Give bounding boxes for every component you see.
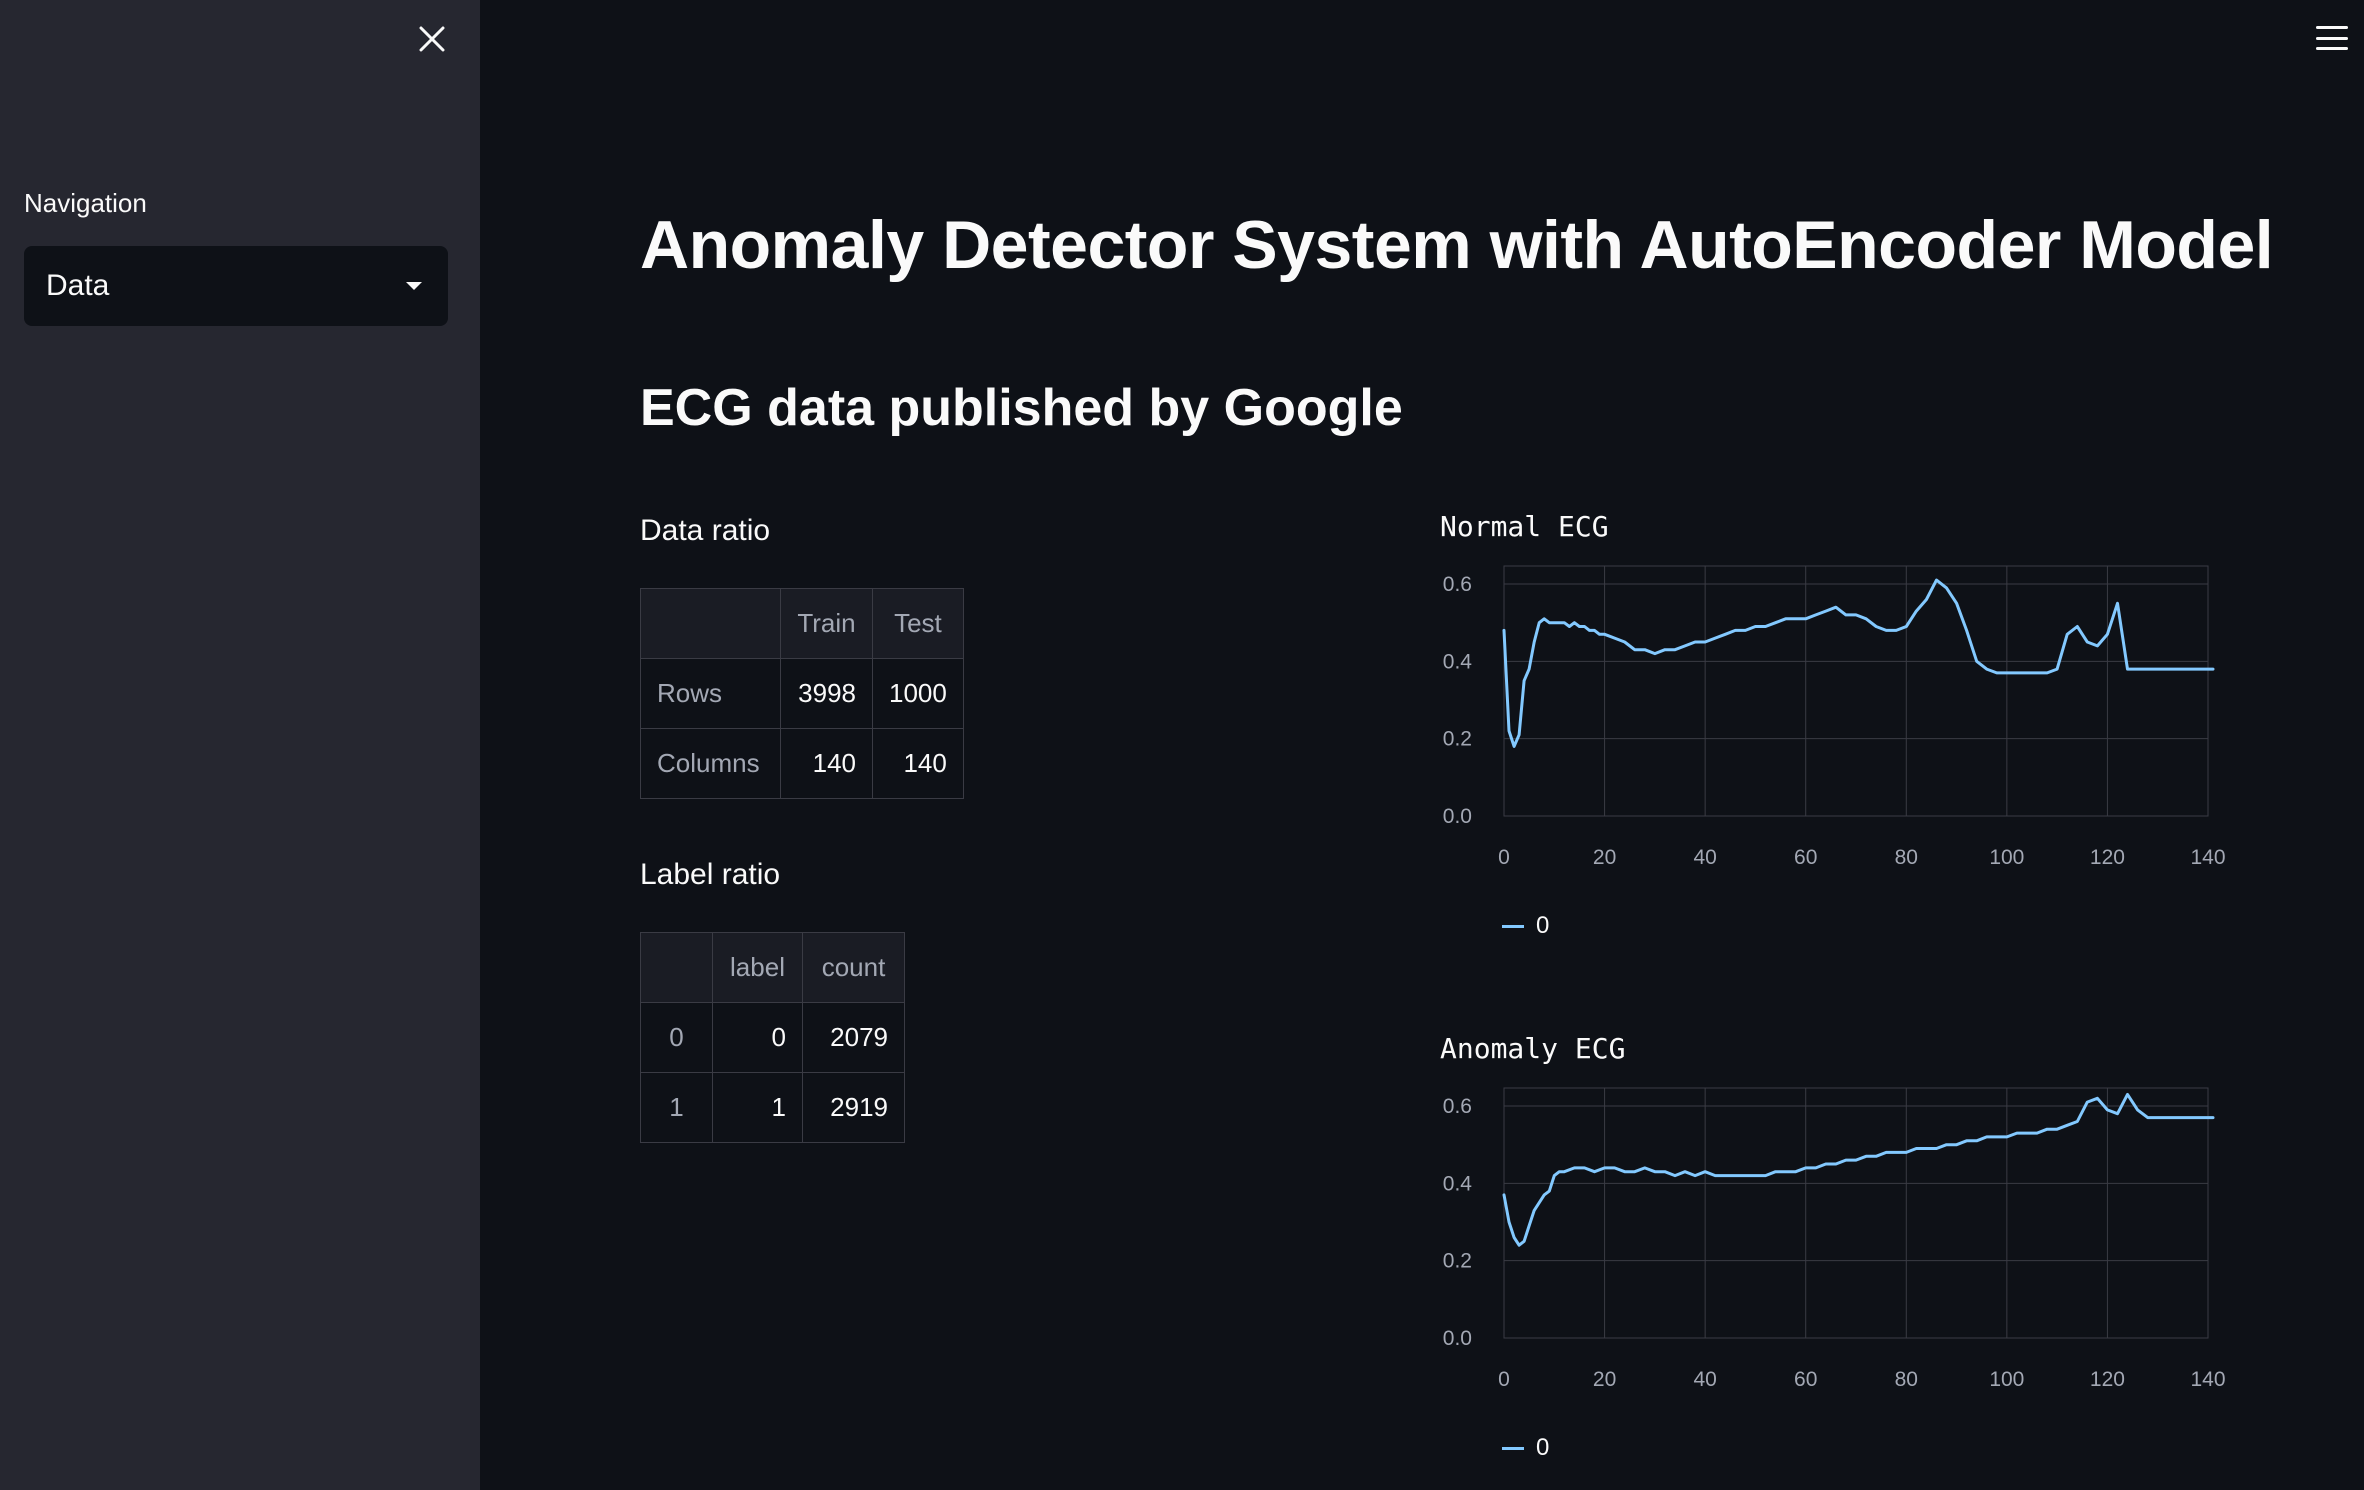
table-cell: 3998 [780,658,873,729]
x-tick-label: 40 [1693,846,1716,869]
legend-swatch [1502,924,1524,928]
anomaly-ecg-chart-title: Anomaly ECG [1440,1032,1626,1065]
close-sidebar-button[interactable] [408,18,456,60]
table-cell: 1 [712,1072,803,1143]
table-row: 1 1 2919 [640,1072,905,1143]
table-header [640,932,713,1003]
series-line [1502,1092,2215,1247]
x-tick-label: 60 [1794,846,1817,869]
sidebar: Navigation Data [0,0,480,1490]
anomaly-ecg-legend: 0 [1502,1434,1549,1462]
table-header [640,588,781,659]
table-row: 0 0 2079 [640,1002,905,1073]
table-header: Train [780,588,873,659]
label-ratio-label: Label ratio [640,858,781,891]
x-tick-label: 80 [1895,1368,1918,1391]
normal-ecg-chart-title: Normal ECG [1440,510,1609,543]
x-tick-label: 60 [1794,1368,1817,1391]
x-tick-label: 120 [2090,1368,2125,1391]
legend-label: 0 [1536,912,1550,939]
x-tick-label: 140 [2190,846,2225,869]
page-title: Anomaly Detector System with AutoEncoder… [640,207,2274,283]
hamburger-icon [2316,47,2348,50]
table-cell: 0 [712,1002,803,1073]
row-header: Columns [640,728,781,799]
main-menu-button[interactable] [2312,20,2352,56]
x-tick-label: 20 [1593,846,1616,869]
table-header: label [712,932,803,1003]
y-tick-label: 0.4 [1443,650,1473,673]
table-cell: 140 [780,728,873,799]
row-index: 1 [640,1072,713,1143]
legend-label: 0 [1536,1434,1550,1461]
data-ratio-table: Train Test Rows 3998 1000 Columns 140 14… [640,588,964,799]
y-tick-label: 0.2 [1443,728,1472,751]
y-tick-label: 0.2 [1443,1250,1472,1273]
table-row: Rows 3998 1000 [640,658,964,729]
navigation-select-value: Data [46,269,110,302]
plot-frame [1503,565,2209,817]
x-tick-label: 80 [1895,846,1918,869]
y-tick-label: 0.0 [1443,805,1472,828]
navigation-select[interactable]: Data [24,246,448,326]
x-tick-label: 40 [1693,1368,1716,1391]
y-tick-label: 0.4 [1443,1172,1473,1195]
caret-down-icon [406,282,422,290]
anomaly-ecg-chart: 0 20 40 60 80 100 120 140 0.0 0.2 0.4 0.6 [1443,1087,2226,1391]
x-tick-label: 120 [2090,846,2125,869]
navigation-label: Navigation [24,188,147,218]
x-tick-label: 20 [1593,1368,1616,1391]
app-root: Navigation Data Anomaly Detector System … [0,0,2364,1490]
x-tick-label: 100 [1989,846,2024,869]
table-cell: 140 [872,728,964,799]
x-tick-label: 0 [1498,1368,1510,1391]
row-header: Rows [640,658,781,729]
x-tick-label: 140 [2190,1368,2225,1391]
label-ratio-table: label count 0 0 2079 1 1 2919 [640,932,905,1143]
plot-frame [1503,1087,2209,1339]
table-cell: 2079 [802,1002,905,1073]
table-header: Test [872,588,964,659]
table-cell: 1000 [872,658,964,729]
x-tick-label: 100 [1989,1368,2024,1391]
close-icon [419,26,445,52]
table-cell: 2919 [802,1072,905,1143]
series-line [1502,578,2215,748]
row-index: 0 [640,1002,713,1073]
y-tick-label: 0.0 [1443,1327,1472,1350]
x-tick-label: 0 [1498,846,1510,869]
normal-ecg-legend: 0 [1502,912,1549,940]
table-header: count [802,932,905,1003]
y-tick-label: 0.6 [1443,573,1472,596]
table-row: Columns 140 140 [640,728,964,799]
legend-swatch [1502,1446,1524,1450]
normal-ecg-chart: 0 20 40 60 80 100 120 140 0.0 0.2 0.4 0.6 [1443,565,2226,869]
page-subtitle: ECG data published by Google [640,379,1403,437]
data-ratio-label: Data ratio [640,514,771,547]
hamburger-icon [2316,26,2348,29]
y-tick-label: 0.6 [1443,1095,1472,1118]
hamburger-icon [2316,36,2348,40]
